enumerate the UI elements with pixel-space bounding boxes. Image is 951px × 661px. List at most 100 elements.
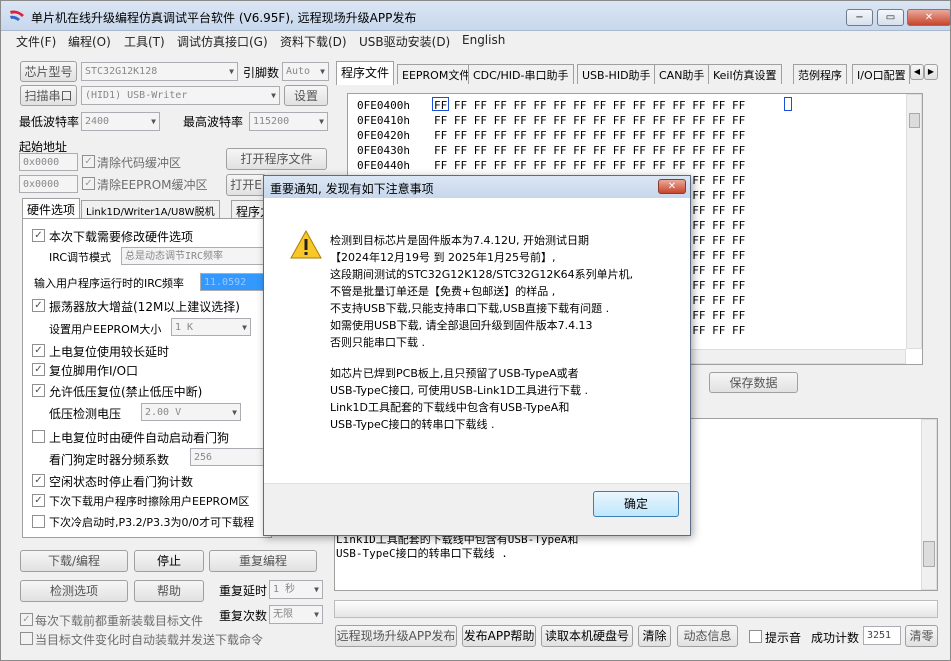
tab-can[interactable]: CAN助手 xyxy=(654,64,710,84)
erase-eeprom-checkbox[interactable]: ✓ xyxy=(32,494,45,507)
idle-stop-wdt-label: 空闲状态时停止看门狗计数 xyxy=(49,475,194,489)
ok-button[interactable]: 确定 xyxy=(593,491,679,517)
max-baud-label: 最高波特率 xyxy=(183,115,244,129)
settings-button[interactable]: 设置 xyxy=(284,85,328,106)
download-button[interactable]: 下载/编程 xyxy=(20,550,128,572)
minimize-button[interactable]: − xyxy=(846,9,873,26)
close-button[interactable]: ✕ xyxy=(907,9,951,26)
irc-mode-select[interactable]: 总是动态调节IRC频率 xyxy=(121,247,271,265)
reset-count-button[interactable]: 清零 xyxy=(905,625,938,647)
open-program-file-button[interactable]: 打开程序文件 xyxy=(226,148,327,170)
max-baud-select[interactable]: 115200 ▼ xyxy=(249,112,328,131)
clear-eeprom-buffer-label: 清除EEPROM缓冲区 xyxy=(97,178,208,192)
eeprom-size-select[interactable]: 1 K ▼ xyxy=(171,318,251,336)
tab-keil[interactable]: Keil仿真设置 xyxy=(708,64,782,84)
menu-debug[interactable]: 调试仿真接口(G) xyxy=(177,33,268,50)
open-eeprom-file-button[interactable]: 打开E xyxy=(226,174,266,196)
auto-reload-checkbox[interactable] xyxy=(20,632,33,645)
dialog-line: 不支持USB下载,只能支持串口下载,USB直接下载有问题 . xyxy=(330,302,610,315)
detect-options-button[interactable]: 检测选项 xyxy=(20,580,128,602)
help-button[interactable]: 帮助 xyxy=(134,580,204,602)
chevron-down-icon: ▼ xyxy=(232,408,237,417)
chevron-down-icon: ▼ xyxy=(151,117,156,126)
publish-help-button[interactable]: 发布APP帮助 xyxy=(462,625,536,647)
code-address-input[interactable]: 0x0000 xyxy=(19,153,78,171)
min-baud-select[interactable]: 2400 ▼ xyxy=(81,112,160,131)
chip-model-button[interactable]: 芯片型号 xyxy=(20,61,77,82)
p32-p33-checkbox[interactable] xyxy=(32,515,45,528)
dialog-line: 否则只能串口下载 . xyxy=(330,336,425,349)
app-icon xyxy=(10,10,24,21)
tab-examples[interactable]: 范例程序 xyxy=(793,64,847,84)
hex-vscrollbar[interactable] xyxy=(906,94,922,349)
dialog-line: 如芯片已焊到PCB板上,且只预留了USB-TypeA或者 xyxy=(330,367,579,380)
menu-file[interactable]: 文件(F) xyxy=(16,33,56,50)
tab-eeprom-file[interactable]: EEPROM文件 xyxy=(397,64,476,84)
min-baud-value: 2400 xyxy=(85,116,110,127)
lvr-checkbox[interactable]: ✓ xyxy=(32,384,45,397)
clear-code-buffer-label: 清除代码缓冲区 xyxy=(97,156,182,170)
reload-each-checkbox[interactable]: ✓ xyxy=(20,613,33,626)
long-delay-checkbox[interactable]: ✓ xyxy=(32,344,45,357)
tab-program-file[interactable]: 程序文件 xyxy=(336,61,395,85)
wdt-auto-checkbox[interactable] xyxy=(32,430,45,443)
stop-button[interactable]: 停止 xyxy=(134,550,204,572)
tab-io-config[interactable]: I/O口配置 xyxy=(852,64,910,84)
hex-address: 0FE0420h xyxy=(357,129,410,142)
pin-count-select[interactable]: Auto ▼ xyxy=(282,62,329,81)
tab-scroll-right-icon[interactable]: ▶ xyxy=(924,64,938,80)
idle-stop-wdt-checkbox[interactable]: ✓ xyxy=(32,474,45,487)
wdt-auto-label: 上电复位时由硬件自动启动看门狗 xyxy=(49,431,230,445)
beep-checkbox[interactable] xyxy=(749,630,762,643)
tab-link1d[interactable]: Link1D/Writer1A/U8W脱机 xyxy=(81,200,220,220)
irc-freq-input[interactable]: 11.0592 xyxy=(200,273,270,291)
port-value: (HID1) USB-Writer xyxy=(85,90,188,101)
menu-program[interactable]: 编程(O) xyxy=(68,33,111,50)
osc-gain-checkbox[interactable]: ✓ xyxy=(32,299,45,312)
tab-scroll-left-icon[interactable]: ◀ xyxy=(910,64,924,80)
menu-tools[interactable]: 工具(T) xyxy=(124,33,165,50)
read-disk-button[interactable]: 读取本机硬盘号 xyxy=(541,625,633,647)
eeprom-address-input[interactable]: 0x0000 xyxy=(19,175,78,193)
port-select[interactable]: (HID1) USB-Writer ▼ xyxy=(81,86,280,105)
hex-address: 0FE0430h xyxy=(357,144,410,157)
clear-button[interactable]: 清除 xyxy=(638,625,671,647)
window-title: 单片机在线升级编程仿真调试平台软件 (V6.95F), 远程现场升级APP发布 xyxy=(31,11,417,25)
max-baud-value: 115200 xyxy=(253,116,290,127)
scan-port-button[interactable]: 扫描串口 xyxy=(20,85,77,106)
menu-download[interactable]: 资料下载(D) xyxy=(280,33,347,50)
log-scroll-thumb[interactable] xyxy=(923,541,935,567)
animation-info-button[interactable]: 动态信息 xyxy=(677,625,738,647)
clear-code-buffer-checkbox[interactable]: ✓ xyxy=(82,155,95,168)
reprogram-button[interactable]: 重复编程 xyxy=(209,550,317,572)
menu-english[interactable]: English xyxy=(462,33,505,47)
chevron-down-icon: ▼ xyxy=(242,323,247,332)
tab-hardware-options[interactable]: 硬件选项 xyxy=(22,198,81,219)
upgrade-app-button[interactable]: 远程现场升级APP发布 xyxy=(335,625,457,647)
menu-usb-driver[interactable]: USB驱动安装(D) xyxy=(359,33,450,50)
repeat-delay-select[interactable]: 1 秒 ▼ xyxy=(269,580,323,599)
notice-dialog: 重要通知, 发现有如下注意事项 ✕ 检测到目标芯片是固件版本为7.4.12U, … xyxy=(263,175,691,536)
need-modify-label: 本次下载需要修改硬件选项 xyxy=(49,230,194,244)
hex-address: 0FE0400h xyxy=(357,99,410,112)
tab-cdc-hid[interactable]: CDC/HID-串口助手 xyxy=(468,64,574,84)
wdt-divider-select[interactable]: 256 xyxy=(190,448,270,466)
reset-io-checkbox[interactable]: ✓ xyxy=(32,363,45,376)
maximize-button[interactable]: ▭ xyxy=(877,9,904,26)
save-data-button[interactable]: 保存数据 xyxy=(709,372,798,393)
need-modify-checkbox[interactable]: ✓ xyxy=(32,229,45,242)
chevron-down-icon: ▼ xyxy=(271,91,276,100)
hex-scroll-thumb[interactable] xyxy=(909,113,920,128)
eeprom-size-value: 1 K xyxy=(175,322,194,333)
low-voltage-select[interactable]: 2.00 V ▼ xyxy=(141,403,241,421)
repeat-count-select[interactable]: 无限 ▼ xyxy=(269,605,323,624)
pin-count-value: Auto xyxy=(286,66,311,77)
chip-model-select[interactable]: STC32G12K128 ▼ xyxy=(81,62,238,81)
log-line-2: USB-TypeC接口的转串口下载线 . xyxy=(336,547,508,560)
tab-usb-hid[interactable]: USB-HID助手 xyxy=(577,64,656,84)
dialog-line: USB-TypeC接口的转串口下载线 . xyxy=(330,418,495,431)
dialog-close-button[interactable]: ✕ xyxy=(658,179,686,194)
beep-label: 提示音 xyxy=(765,631,802,645)
chevron-down-icon: ▼ xyxy=(314,585,319,594)
clear-eeprom-buffer-checkbox[interactable]: ✓ xyxy=(82,177,95,190)
